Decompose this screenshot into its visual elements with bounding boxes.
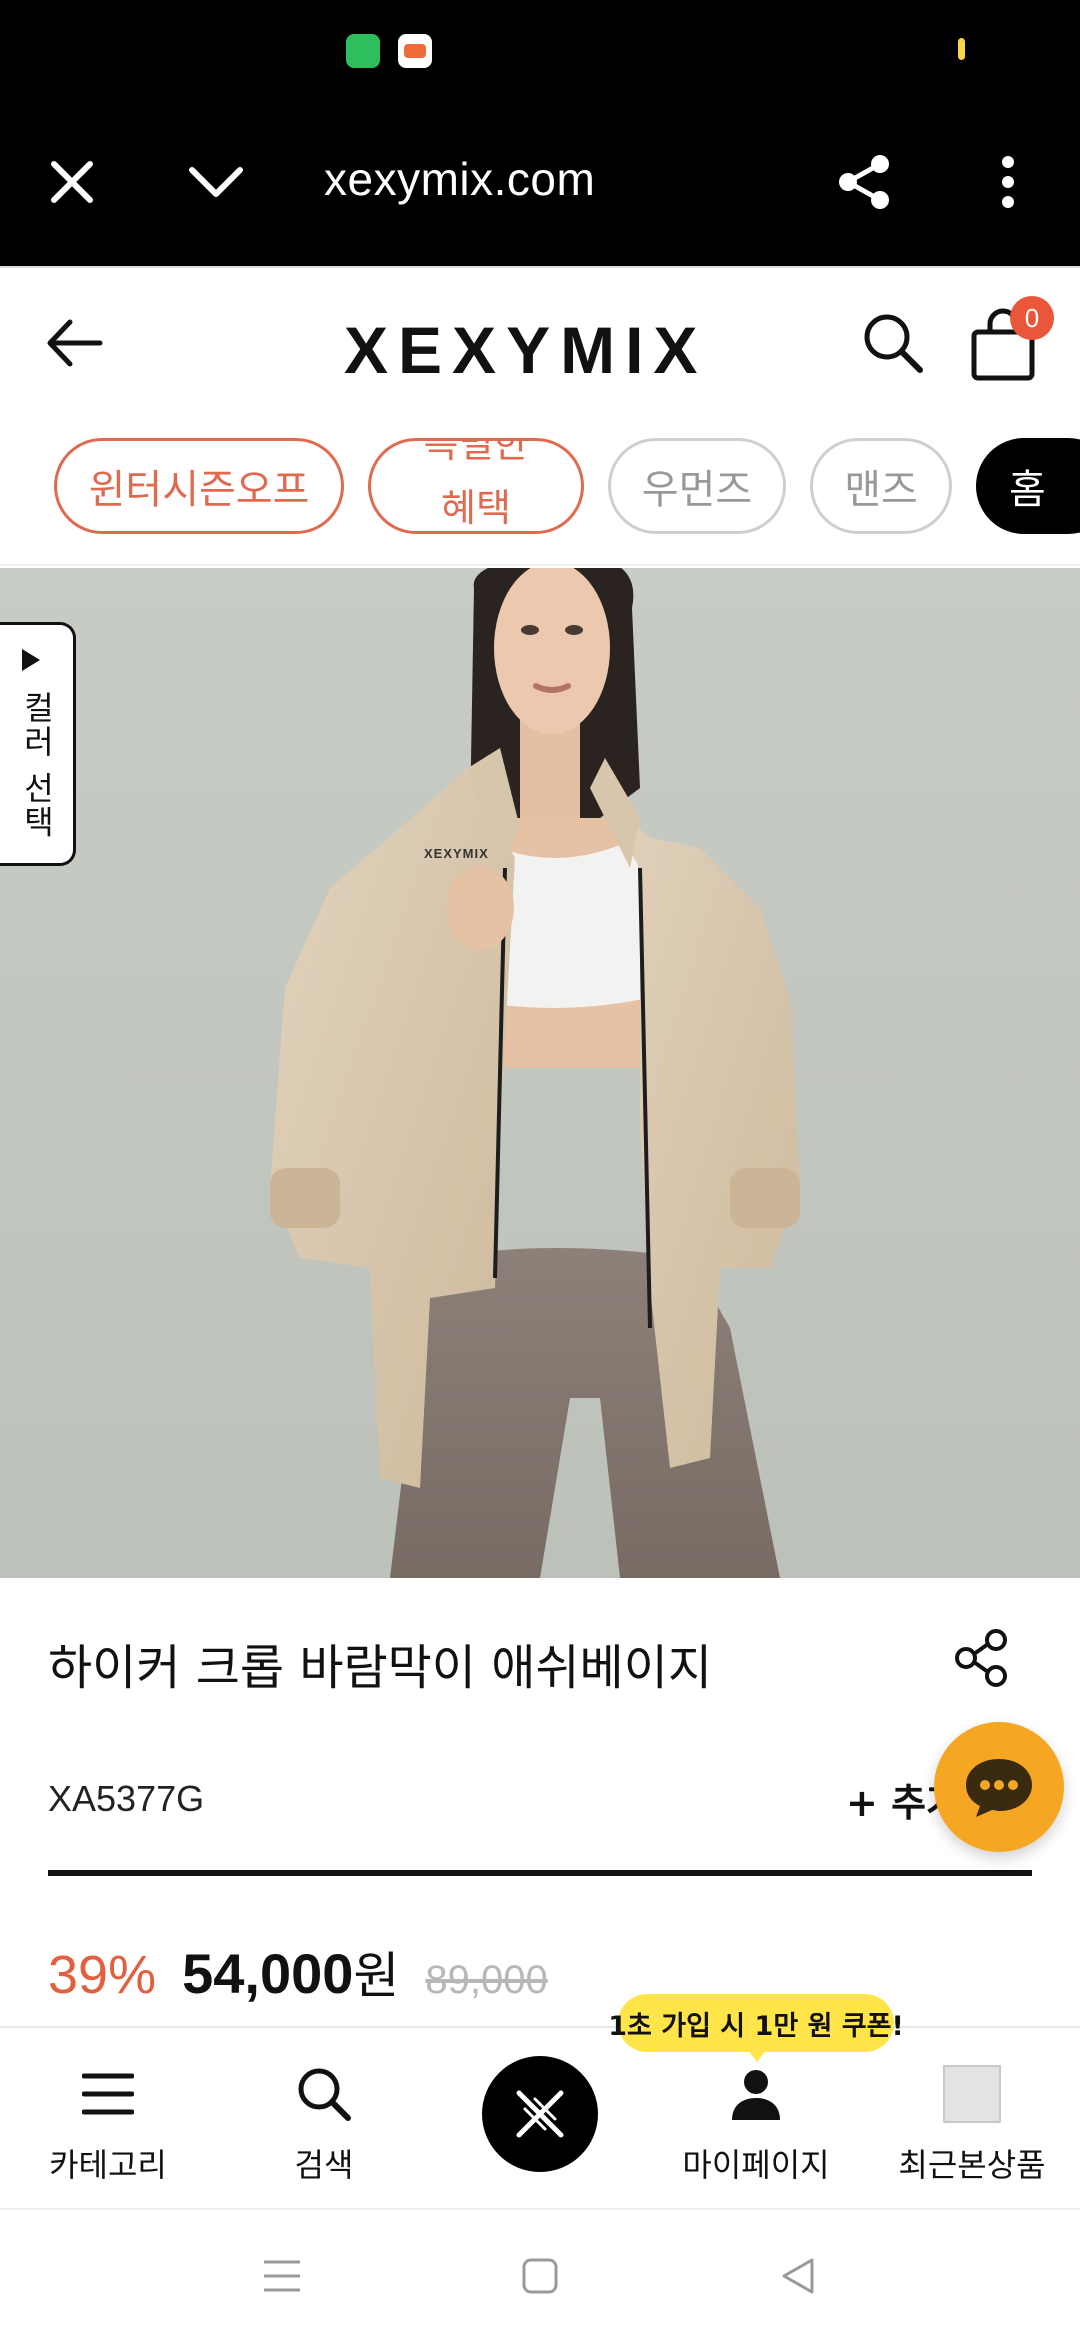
- xexymix-logo-icon: [516, 2090, 564, 2138]
- search-icon[interactable]: [858, 308, 928, 378]
- chip-winter-season-off[interactable]: 윈터시즌오프: [54, 438, 344, 534]
- product-share-icon[interactable]: [950, 1626, 1014, 1690]
- color-select-tab[interactable]: 컬러 선택: [0, 622, 76, 866]
- battery-indicator: [958, 38, 965, 60]
- recent-apps-icon[interactable]: [252, 2246, 312, 2306]
- nav-category[interactable]: 카테고리: [0, 2062, 216, 2202]
- browser-toolbar: xexymix.com: [0, 100, 1080, 266]
- chat-button[interactable]: [934, 1722, 1064, 1852]
- play-triangle-icon: [22, 649, 40, 671]
- chip-special-benefit[interactable]: 특별한 혜택: [368, 438, 584, 534]
- search-icon: [292, 2062, 356, 2126]
- home-icon[interactable]: [510, 2246, 570, 2306]
- price-row: 39% 54,000 원 89,000: [48, 1936, 548, 2008]
- menu-icon: [76, 2062, 140, 2126]
- sale-price: 54,000: [182, 1942, 354, 2005]
- discount-rate: 39%: [48, 1945, 157, 2005]
- currency-label: 원: [353, 1947, 400, 2005]
- nav-recent-label: 최근본상품: [898, 2146, 1046, 2184]
- url-field[interactable]: xexymix.com: [324, 152, 595, 206]
- site-header: XEXYMIX: [0, 266, 1080, 416]
- user-icon: [724, 2062, 788, 2126]
- product-title: 하이커 크롭 바람막이 애쉬베이지: [48, 1640, 713, 1696]
- divider: [48, 1870, 1032, 1876]
- chevron-down-icon[interactable]: [174, 140, 258, 224]
- color-select-label: 컬러 선택: [18, 691, 56, 840]
- nav-mypage[interactable]: 마이페이지: [648, 2062, 864, 2202]
- category-chips: 윈터시즌오프 특별한 혜택 우먼즈 맨즈 홈: [0, 416, 1080, 566]
- model-illustration: [0, 568, 1080, 1578]
- nav-search-label: 검색: [294, 2146, 354, 2184]
- close-icon[interactable]: [30, 140, 114, 224]
- back-arrow-icon[interactable]: [42, 310, 108, 376]
- site-logo[interactable]: XEXYMIX: [344, 312, 707, 388]
- product-sku: XA5377G: [48, 1778, 205, 1819]
- nav-category-label: 카테고리: [49, 2146, 167, 2184]
- chip-home[interactable]: 홈: [976, 438, 1080, 534]
- recent-product-icon: [940, 2062, 1004, 2126]
- system-nav-bar: [0, 2208, 1080, 2340]
- nav-search[interactable]: 검색: [216, 2062, 432, 2202]
- nav-mypage-label: 마이페이지: [682, 2146, 830, 2184]
- signup-coupon-tooltip[interactable]: 1초 가입 시 1만 원 쿠폰!: [608, 1994, 904, 2062]
- product-image[interactable]: XEXYMIX: [0, 568, 1080, 1578]
- messages-app-icon: [346, 34, 380, 68]
- home-logo-button[interactable]: [482, 2056, 598, 2172]
- status-bar: [0, 0, 1080, 100]
- share-icon[interactable]: [822, 140, 906, 224]
- chat-bubble-icon: [966, 1759, 1032, 1817]
- back-icon[interactable]: [768, 2246, 828, 2306]
- more-vert-icon[interactable]: [966, 140, 1050, 224]
- original-price: 89,000: [425, 1958, 548, 2002]
- cart-count-badge: 0: [1010, 296, 1054, 340]
- chip-special-benefit-label: 특별한 혜택: [423, 438, 529, 530]
- nav-recent[interactable]: 최근본상품: [864, 2062, 1080, 2202]
- gallery-app-icon: [398, 34, 432, 68]
- jacket-logo-text: XEXYMIX: [424, 846, 489, 861]
- chip-womens[interactable]: 우먼즈: [608, 438, 786, 534]
- chip-mens[interactable]: 맨즈: [810, 438, 952, 534]
